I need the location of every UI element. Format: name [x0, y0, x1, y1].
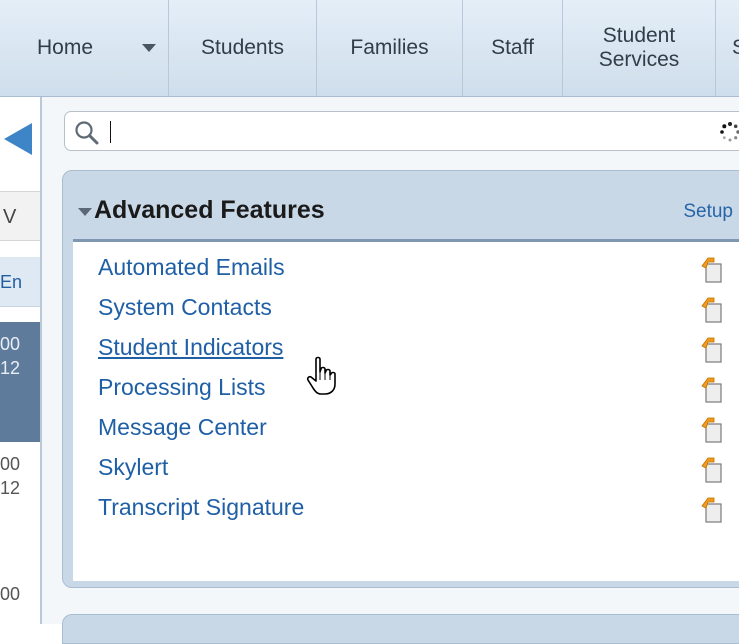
skylert-link[interactable]: Skylert [98, 454, 168, 481]
background-page-left-column: V En 00 12 00 12 00 [0, 97, 40, 624]
nav-home[interactable]: Home [0, 0, 130, 96]
automated-emails-link[interactable]: Automated Emails [98, 254, 285, 281]
text-caret [110, 121, 111, 143]
background-header-fragment: En [0, 257, 40, 307]
list-item: Processing Lists [73, 366, 739, 406]
background-tab-fragment-text: V [3, 206, 17, 228]
list-item: Transcript Signature [73, 486, 739, 526]
copy-to-clipboard-icon[interactable] [700, 336, 724, 364]
background-selected-row-line2: 12 [0, 358, 21, 378]
advanced-features-list: Automated Emails System Contacts Student… [73, 239, 739, 581]
loading-spinner-icon [720, 122, 739, 142]
search-icon [75, 121, 99, 145]
list-item: Skylert [73, 446, 739, 486]
chevron-down-icon [142, 44, 156, 52]
list-item: Message Center [73, 406, 739, 446]
nav-home-label: Home [36, 36, 94, 59]
nav-student-services-line2: Services [598, 48, 680, 71]
background-row[interactable]: 00 [0, 582, 40, 606]
setup-link[interactable]: Setup [683, 201, 733, 223]
background-tab-fragment[interactable]: V [0, 191, 40, 241]
nav-student-services-line1: Student [602, 24, 676, 47]
background-selected-row-line1: 00 [0, 334, 21, 354]
list-item: Student Indicators [73, 326, 739, 366]
next-section-header [62, 614, 739, 644]
collapse-left-arrow-icon[interactable] [4, 123, 32, 155]
background-row[interactable]: 00 12 [0, 452, 40, 500]
background-row-line1: 00 [0, 454, 21, 474]
copy-to-clipboard-icon[interactable] [700, 496, 724, 524]
copy-to-clipboard-icon[interactable] [700, 416, 724, 444]
student-indicators-link[interactable]: Student Indicators [98, 334, 283, 361]
background-row-line1: 00 [0, 584, 21, 604]
background-row-line2: 12 [0, 478, 21, 498]
nav-students[interactable]: Students [169, 0, 317, 96]
nav-next-item-partial[interactable]: S [716, 0, 739, 96]
copy-to-clipboard-icon[interactable] [700, 376, 724, 404]
background-selected-row[interactable]: 00 12 [0, 322, 40, 442]
nav-families[interactable]: Families [317, 0, 463, 96]
background-header-fragment-text: En [0, 272, 23, 292]
hand-pointer-cursor-icon [306, 356, 336, 395]
navigation-dropdown-panel: Advanced Features Setup Automated Emails… [40, 97, 739, 644]
copy-to-clipboard-icon[interactable] [700, 256, 724, 284]
processing-lists-link[interactable]: Processing Lists [98, 374, 265, 401]
nav-student-services[interactable]: Student Services [563, 0, 716, 96]
message-center-link[interactable]: Message Center [98, 414, 267, 441]
nav-staff[interactable]: Staff [463, 0, 563, 96]
list-item: System Contacts [73, 286, 739, 326]
nav-staff-label: Staff [491, 36, 534, 59]
system-contacts-link[interactable]: System Contacts [98, 294, 272, 321]
chevron-down-icon[interactable] [78, 208, 92, 216]
search-input[interactable] [105, 116, 709, 148]
section-title: Advanced Features [94, 196, 325, 224]
nav-next-item-label: S [732, 36, 739, 60]
copy-to-clipboard-icon[interactable] [700, 296, 724, 324]
advanced-features-section: Advanced Features Setup Automated Emails… [62, 170, 739, 588]
search-box[interactable] [64, 111, 739, 151]
copy-to-clipboard-icon[interactable] [700, 456, 724, 484]
nav-students-label: Students [201, 36, 284, 59]
top-navigation-bar: Home Students Families Staff Student Ser… [0, 0, 739, 97]
nav-home-dropdown-button[interactable] [130, 0, 169, 96]
advanced-features-header[interactable]: Advanced Features Setup [63, 171, 739, 239]
nav-families-label: Families [350, 36, 429, 59]
transcript-signature-link[interactable]: Transcript Signature [98, 494, 304, 521]
list-item: Automated Emails [73, 246, 739, 286]
